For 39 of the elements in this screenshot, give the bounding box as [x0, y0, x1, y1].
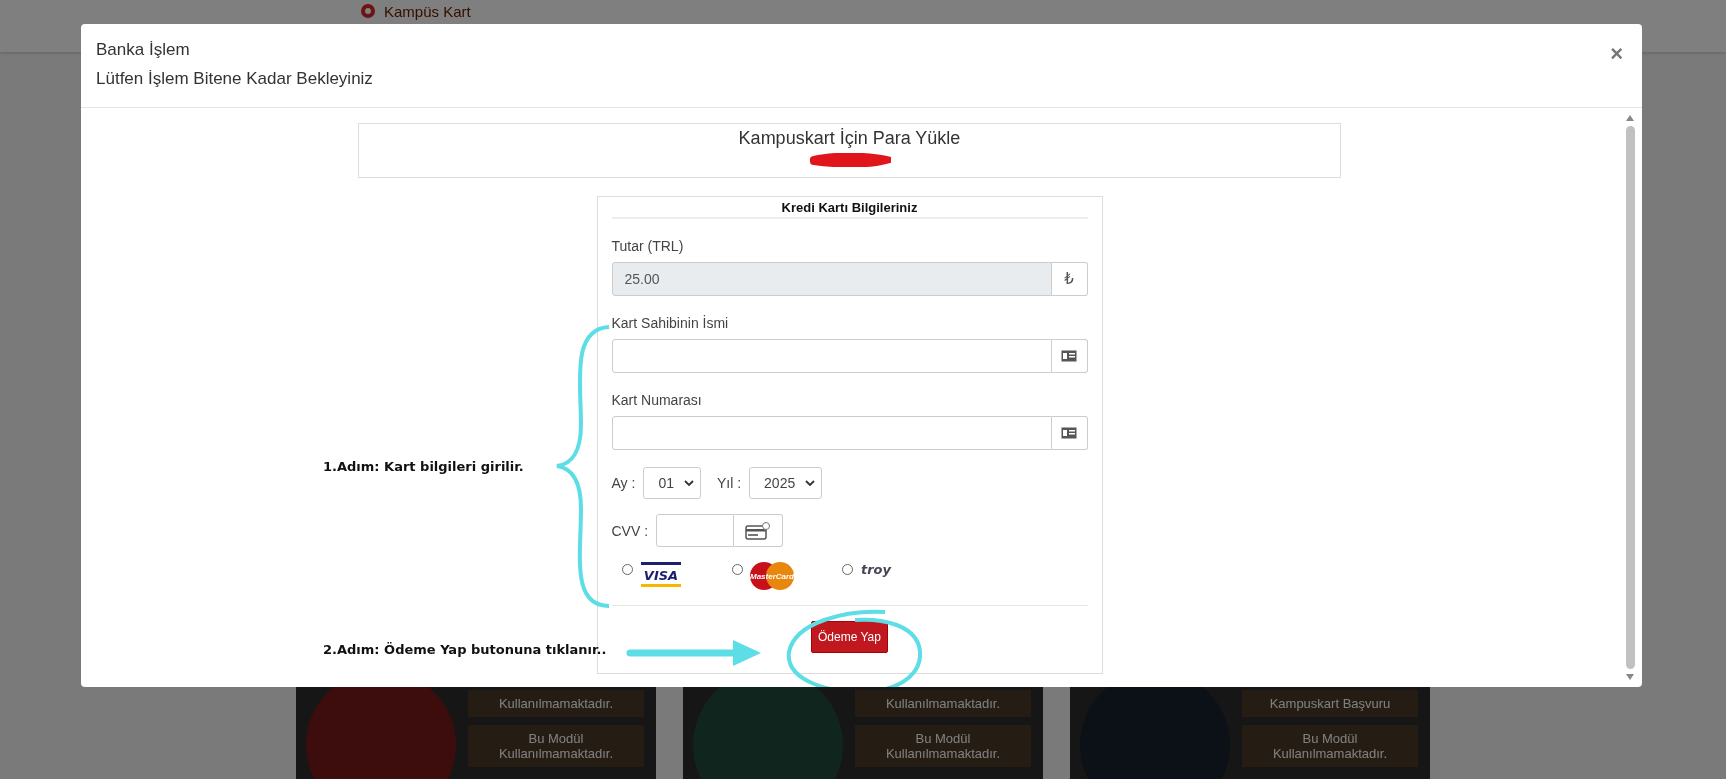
troy-logo: troy	[858, 561, 893, 579]
scroll-down-icon[interactable]	[1625, 673, 1635, 681]
card-icon	[745, 520, 772, 541]
field-label: Kart Numarası	[611, 392, 703, 408]
step-note: 2.Adım: Ödeme Yap butonuna tıklanır..	[323, 642, 607, 657]
visa-logo: VISA	[638, 561, 683, 589]
pay-button[interactable]: Ödeme Yap	[811, 621, 888, 653]
year-label: Yıl :	[716, 475, 742, 491]
caret-icon	[683, 480, 694, 486]
form-title: Kredi Kartı Bilgileriniz	[611, 197, 1088, 219]
scroll-up-icon[interactable]	[1625, 114, 1635, 122]
field-label: Kart Sahibinin İsmi	[611, 315, 730, 331]
module-button[interactable]: Kullanılmamaktadır.	[468, 690, 644, 717]
logo-icon	[360, 3, 376, 19]
input-field[interactable]	[611, 416, 1052, 450]
currency-addon: ₺	[1051, 262, 1088, 296]
modal-title: Banka İşlem	[96, 40, 191, 60]
month-label: Ay :	[611, 475, 636, 491]
module-button[interactable]: Bu Modül Kullanılmamaktadır.	[855, 725, 1031, 767]
modal-subtitle: Lütfen İşlem Bitene Kadar Bekleyiniz	[96, 69, 373, 89]
module-button[interactable]: Kullanılmamaktadır.	[855, 690, 1031, 717]
site-brand[interactable]: Kampüs Kart	[384, 3, 471, 20]
cvv-label: CVV :	[611, 522, 649, 539]
field-label: Tutar (TRL)	[611, 238, 685, 254]
caret-icon	[805, 480, 816, 486]
close-button[interactable]: ×	[1606, 40, 1627, 68]
year-select[interactable]: 2025	[749, 467, 823, 499]
input-field[interactable]	[611, 339, 1052, 373]
page-heading: Kampuskart İçin Para Yükle	[738, 128, 961, 149]
mastercard-logo: MasterCard	[748, 561, 795, 591]
scrollbar-thumb[interactable]	[1625, 126, 1635, 669]
module-button[interactable]: Bu Modül Kullanılmamaktadır.	[468, 725, 644, 767]
cvv-field[interactable]	[656, 514, 735, 547]
id-card-icon	[1061, 350, 1077, 362]
module-button[interactable]: Bu Modül Kullanılmamaktadır.	[1242, 725, 1418, 767]
id-card-icon	[1061, 427, 1077, 439]
month-select[interactable]: 01	[643, 467, 701, 499]
module-button[interactable]: Kampuskart Başvuru	[1242, 690, 1418, 717]
step-note: 1.Adım: Kart bilgileri girilir.	[323, 459, 524, 474]
